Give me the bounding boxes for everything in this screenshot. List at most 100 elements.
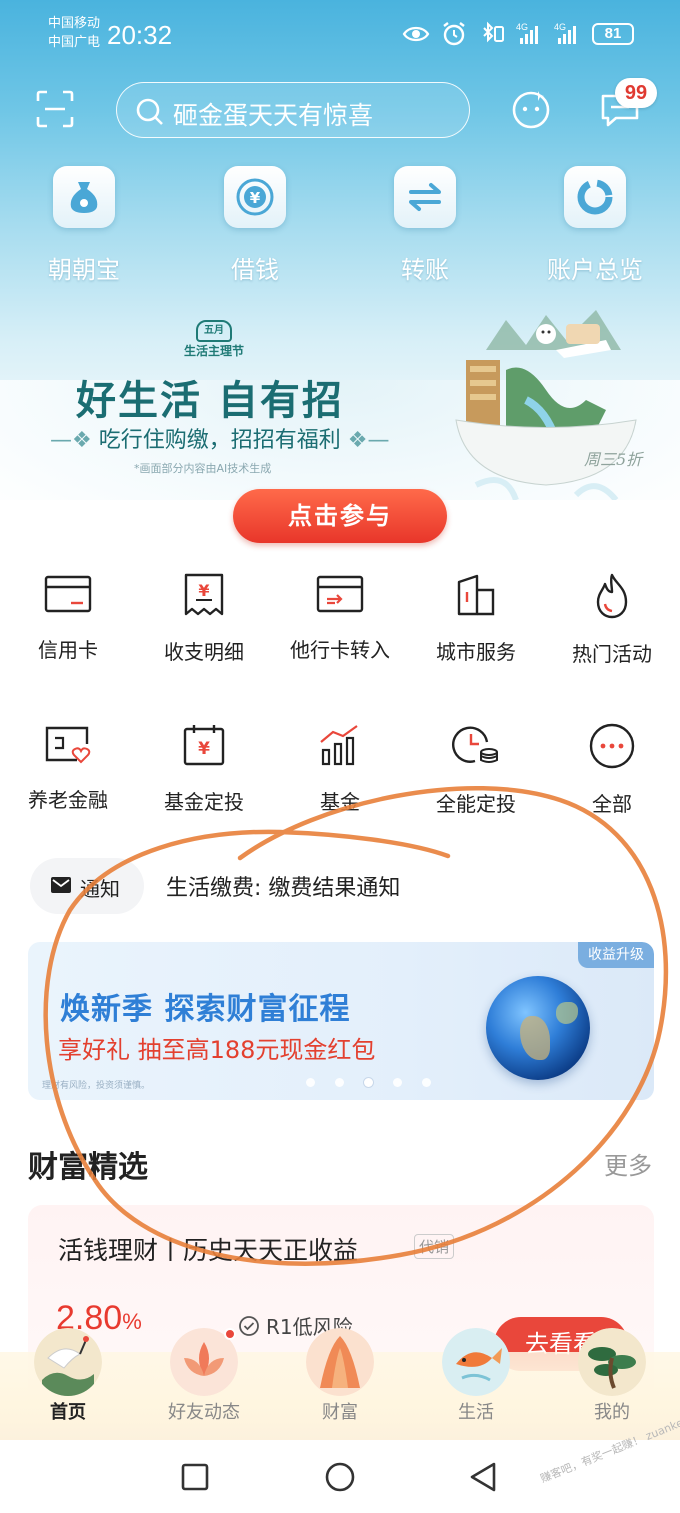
credit-card-icon [44,575,92,613]
promo-right-ornament: ❖— [340,428,390,453]
svg-text:周三5折: 周三5折 [584,450,644,469]
service-label: 全能定投 [436,792,516,816]
home-circle-icon[interactable] [324,1461,356,1493]
service-all-round-investment[interactable]: 全能定投 [408,722,544,817]
signal-4g-icon: 4G [516,22,538,44]
battery-indicator: 81 [592,23,634,45]
service-label: 城市服务 [436,640,516,664]
nav-label: 好友动态 [168,1402,240,1423]
service-all[interactable]: 全部 [544,722,680,817]
flame-icon [596,573,628,619]
promo-title: 好生活 自有招 [76,378,344,424]
alarm-icon [443,22,465,46]
service-label: 他行卡转入 [290,638,390,662]
promo-subtitle-text: 吃行住购缴，招招有福利 [98,428,341,453]
nav-tab-wealth[interactable]: 财富 [272,1328,408,1440]
check-circle-icon [239,1315,259,1336]
search-icon [136,98,163,125]
svg-text:¥: ¥ [250,189,261,207]
bar-chart-icon [320,725,358,766]
mountain-peak-icon [306,1328,374,1396]
crane-icon [34,1328,102,1396]
promo-ai-note: *画面部分内容由AI技术生成 [134,462,272,475]
quick-action-label: 账户总览 [547,256,643,284]
money-bag-icon [53,166,115,228]
promo-banner[interactable]: 五月 生活主理节 好生活 自有招 —❖ 吃行住购缴，招招有福利 ❖— *画面部分… [0,310,680,500]
svg-text:¥: ¥ [198,581,209,600]
nav-label: 首页 [50,1402,86,1423]
nav-label: 我的 [594,1402,630,1423]
promo-festival-name: 生活主理节 [183,344,244,358]
svg-text:4G: 4G [516,22,528,32]
nav-tab-home[interactable]: 首页 [0,1328,136,1440]
receipt-icon: ¥ [184,573,224,616]
service-label: 收支明细 [164,640,244,664]
quick-action-zhaozhaobao[interactable]: 朝朝宝 [24,166,144,285]
calendar-yuan-icon: ¥ [183,725,225,766]
promo-festival-badge: 五月 生活主理节 [182,320,246,358]
carousel-dot [306,1078,315,1087]
city-building-icon [457,574,495,616]
top-toolbar: 砸金蛋天天有惊喜 99 [0,78,680,138]
more-link[interactable]: 更多 [604,1146,652,1181]
quick-action-label: 转账 [401,256,449,284]
back-triangle-icon[interactable] [468,1461,498,1493]
wealth-campaign-banner[interactable]: 收益升级 焕新季 探索财富征程 享好礼 抽至高188元现金红包 理财有风险，投资… [28,942,654,1100]
signal-4g-icon-2: 4G [554,22,576,44]
assistant-face-icon[interactable] [510,88,552,130]
product-tag: 代销 [414,1234,455,1259]
carousel-dot-active [364,1078,373,1087]
service-label: 养老金融 [28,788,108,812]
bluetooth-vibrate-icon [483,21,504,43]
eye-icon [402,26,430,42]
recent-apps-icon[interactable] [181,1463,209,1491]
carrier-1: 中国移动 [48,16,101,31]
service-transactions[interactable]: ¥ 收支明细 [136,572,272,665]
clock-coins-icon [452,726,498,763]
section-title: 财富精选 [28,1150,148,1185]
nav-label: 生活 [458,1402,494,1423]
ring-chart-icon [564,166,626,228]
service-label: 基金 [320,790,360,814]
svg-text:¥: ¥ [198,739,210,759]
banner-title: 焕新季 探索财富征程 [60,992,351,1027]
service-fund[interactable]: 基金 [272,722,408,815]
notification-dot [224,1328,236,1340]
quick-action-transfer[interactable]: 转账 [365,166,485,285]
service-pension-finance[interactable]: 养老金融 [0,722,136,813]
status-bar: 中国移动 中国广电 20:32 4G 4G 81 [0,0,680,70]
koi-fish-icon [442,1328,510,1396]
scan-icon[interactable] [36,90,74,128]
yuan-coin-icon: ¥ [224,166,286,228]
transfer-arrows-icon [394,166,456,228]
quick-action-label: 借钱 [231,256,279,284]
service-hot-events[interactable]: 热门活动 [544,572,680,667]
clock: 20:32 [107,20,173,50]
nav-tab-life[interactable]: 生活 [408,1328,544,1440]
notice-message[interactable]: 生活缴费: 缴费结果通知 [166,870,400,902]
service-fund-investment-plan[interactable]: ¥ 基金定投 [136,722,272,815]
notice-chip[interactable]: 通知 [30,858,144,914]
quick-action-borrow[interactable]: ¥ 借钱 [195,166,315,285]
promo-month-badge: 五月 [196,320,232,342]
nav-label: 财富 [322,1402,358,1423]
nav-tab-friends[interactable]: 好友动态 [136,1328,272,1440]
quick-action-account-overview[interactable]: 账户总览 [535,166,655,285]
card-transfer-icon [316,575,364,613]
pine-tree-icon [578,1328,646,1396]
carousel-dot [422,1078,431,1087]
more-dots-icon [589,723,635,769]
promo-left-ornament: —❖ [50,428,99,453]
service-label: 信用卡 [38,638,98,662]
svg-text:4G: 4G [554,22,566,32]
participate-button[interactable]: 点击参与 [233,489,447,543]
quick-action-label: 朝朝宝 [48,256,120,284]
service-label: 基金定投 [164,790,244,814]
service-credit-card[interactable]: 信用卡 [0,572,136,663]
banner-disclaimer: 理财有风险，投资须谨慎。 [42,1081,151,1091]
service-city-services[interactable]: 城市服务 [408,572,544,665]
service-label: 全部 [592,792,632,816]
service-other-bank-transfer[interactable]: 他行卡转入 [272,572,408,663]
search-bar[interactable]: 砸金蛋天天有惊喜 [116,82,470,138]
banner-subtitle: 享好礼 抽至高188元现金红包 [58,1036,376,1064]
